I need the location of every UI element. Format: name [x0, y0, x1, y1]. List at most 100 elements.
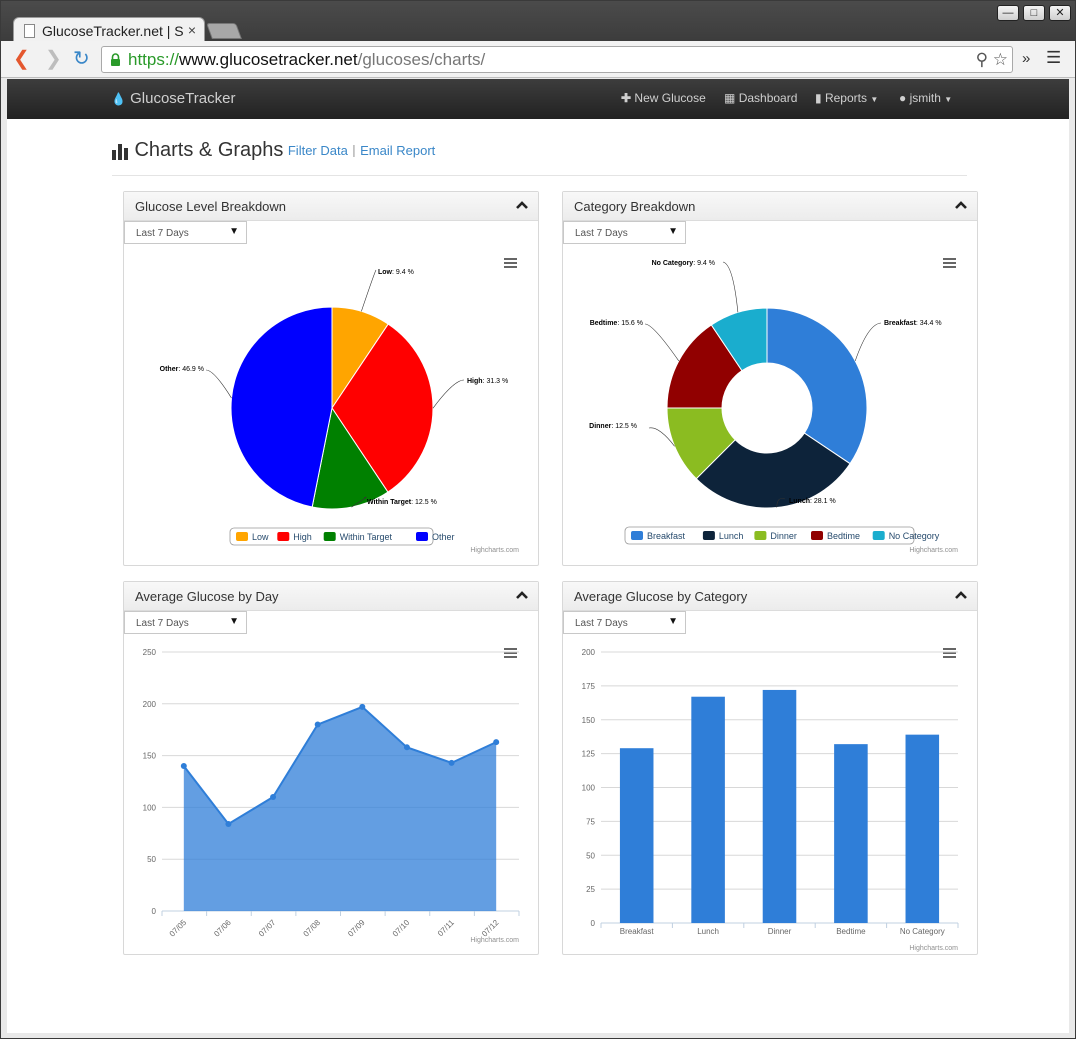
page-icon	[24, 24, 35, 38]
omnibox-actions: ⚲ ☆	[976, 50, 1008, 70]
url-text[interactable]: https://www.glucosetracker.net/glucoses/…	[128, 50, 485, 70]
bar-bedtime[interactable]	[834, 744, 868, 923]
forward-icon[interactable]: ❯	[45, 49, 62, 69]
chevron-up-icon[interactable]	[516, 200, 528, 210]
data-point-07-06[interactable]	[225, 820, 232, 827]
legend-item-dinner: Dinner	[770, 531, 797, 541]
extensions-overflow-icon[interactable]: »	[1022, 50, 1030, 67]
chart-menu-icon[interactable]	[504, 266, 517, 268]
zoom-icon[interactable]: ⚲	[976, 50, 988, 69]
nav-dashboard[interactable]: ▦ Dashboard	[724, 91, 797, 105]
close-icon[interactable]: ✕	[1049, 5, 1071, 21]
x-tick-label: 07/10	[391, 918, 412, 939]
date-range-select[interactable]: Last 7 Days ▼	[124, 221, 247, 244]
url-scheme: https://	[128, 50, 180, 69]
minimize-icon[interactable]: —	[997, 5, 1019, 21]
drop-icon: 💧	[111, 92, 126, 106]
data-point-07-08[interactable]	[314, 721, 321, 728]
legend-item-breakfast: Breakfast	[647, 531, 686, 541]
brand[interactable]: 💧 GlucoseTracker	[111, 90, 235, 107]
data-point-07-11[interactable]	[448, 759, 455, 766]
legend-item-other: Other	[432, 532, 455, 542]
chevron-up-icon[interactable]	[516, 590, 528, 600]
x-tick-label: No Category	[900, 927, 945, 936]
legend-swatch-breakfast[interactable]	[631, 531, 643, 540]
maximize-icon[interactable]: □	[1023, 5, 1045, 21]
date-range-select[interactable]: Last 7 Days ▼	[563, 221, 686, 244]
caret-down-icon: ▼	[668, 226, 678, 237]
panel-title: Average Glucose by Day	[135, 589, 279, 604]
tab-close-icon[interactable]: ×	[188, 22, 196, 38]
data-point-07-12[interactable]	[493, 739, 500, 746]
chevron-up-icon[interactable]	[955, 590, 967, 600]
chart-menu-icon[interactable]	[504, 648, 517, 650]
legend-swatch-no-category[interactable]	[872, 531, 885, 540]
menu-icon[interactable]: ☰	[1046, 48, 1061, 68]
back-icon[interactable]: ❮	[13, 49, 30, 69]
filter-data-link[interactable]: Filter Data	[288, 143, 348, 158]
data-point-07-05[interactable]	[180, 762, 187, 769]
y-tick-label: 125	[582, 750, 596, 759]
pie-label-within-target: Within Target: 12.5 %	[367, 499, 437, 506]
x-tick-label: 07/12	[480, 918, 501, 939]
date-range-select[interactable]: Last 7 Days ▼	[124, 611, 247, 634]
pie-label-bedtime: Bedtime: 15.6 %	[590, 320, 643, 327]
chevron-up-icon[interactable]	[955, 200, 967, 210]
x-tick-label: 07/11	[436, 918, 456, 938]
y-tick-label: 100	[143, 803, 157, 812]
chart-menu-icon[interactable]	[504, 656, 517, 658]
nav-user[interactable]: ● jsmith ▼	[899, 91, 952, 105]
nav-new-glucose[interactable]: ✚ New Glucose	[621, 91, 706, 105]
chart-menu-icon[interactable]	[943, 656, 956, 658]
legend-swatch-low[interactable]	[236, 532, 248, 541]
bar-dinner[interactable]	[762, 689, 797, 923]
address-bar[interactable]: https://www.glucosetracker.net/glucoses/…	[101, 46, 1013, 73]
pie-label-low: Low: 9.4 %	[378, 269, 414, 276]
chart-menu-icon[interactable]	[943, 258, 956, 260]
y-tick-label: 150	[143, 752, 157, 761]
bookmark-star-icon[interactable]: ☆	[993, 50, 1008, 69]
legend-swatch-within-target[interactable]	[323, 532, 336, 541]
brand-label: GlucoseTracker	[130, 90, 236, 107]
reload-icon[interactable]: ↻	[73, 49, 90, 69]
url-path: /glucoses/charts/	[357, 50, 486, 69]
legend-swatch-bedtime[interactable]	[811, 531, 823, 540]
bar-lunch[interactable]	[691, 696, 725, 923]
caret-down-icon: ▼	[229, 226, 239, 237]
pie-connector-other	[205, 369, 232, 399]
nav-reports[interactable]: ▮ Reports ▼	[815, 91, 878, 105]
y-tick-label: 75	[586, 817, 595, 826]
data-point-07-10[interactable]	[403, 744, 410, 751]
browser-toolbar: ❮ ❯ ↻ https://www.glucosetracker.net/glu…	[1, 41, 1075, 78]
lock-icon	[111, 53, 120, 66]
page-header: Charts & Graphs Filter Data | Email Repo…	[112, 139, 435, 162]
chart-menu-icon[interactable]	[504, 262, 517, 264]
browser-tab[interactable]: GlucoseTracker.net | S ×	[13, 17, 205, 43]
data-point-07-07[interactable]	[270, 794, 277, 801]
legend-swatch-high[interactable]	[277, 532, 290, 541]
email-report-link[interactable]: Email Report	[360, 143, 435, 158]
chart-menu-icon[interactable]	[943, 648, 956, 650]
legend-swatch-other[interactable]	[416, 532, 428, 541]
chart-menu-icon[interactable]	[943, 266, 956, 268]
pie-label-high: High: 31.3 %	[467, 378, 508, 385]
chart-menu-icon[interactable]	[943, 262, 956, 264]
y-tick-label: 50	[147, 855, 156, 864]
date-range-select[interactable]: Last 7 Days ▼	[563, 611, 686, 634]
bar-breakfast[interactable]	[619, 748, 654, 923]
legend-swatch-lunch[interactable]	[702, 531, 715, 540]
new-tab-button[interactable]	[206, 23, 242, 39]
chart-menu-icon[interactable]	[504, 258, 517, 260]
legend-swatch-dinner[interactable]	[754, 531, 767, 540]
bar-no-category[interactable]	[905, 734, 940, 923]
category-breakdown-panel: Category Breakdown Last 7 Days ▼ Breakfa…	[562, 191, 978, 566]
x-tick-label: 07/07	[257, 918, 278, 939]
pie-slice-breakfast[interactable]	[766, 307, 868, 465]
pie-connector-no-category	[722, 261, 739, 313]
nav-reports-label: Reports	[824, 91, 867, 105]
pie-slice-other[interactable]	[230, 306, 333, 508]
x-tick-label: Breakfast	[620, 927, 655, 936]
date-range-value: Last 7 Days	[136, 228, 189, 239]
x-tick-label: 07/06	[212, 918, 233, 939]
data-point-07-09[interactable]	[359, 703, 366, 710]
